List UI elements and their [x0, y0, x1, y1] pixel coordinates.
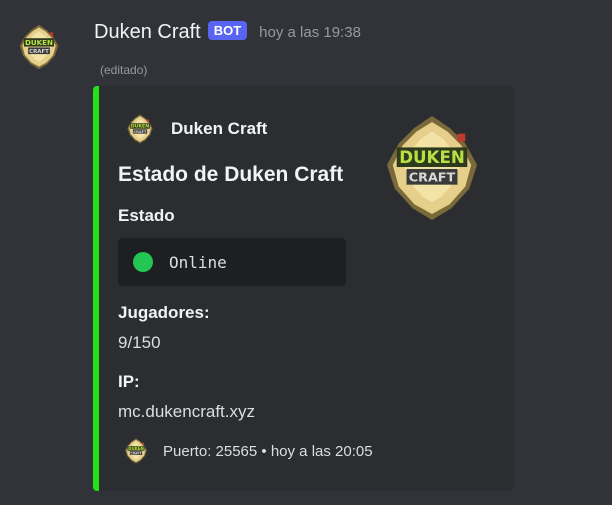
username[interactable]: Duken Craft	[94, 21, 201, 44]
status-field-name: Estado	[118, 206, 175, 225]
status-code-block: Online	[118, 238, 346, 286]
author-logo-icon	[125, 114, 155, 144]
ip-field-name: IP:	[118, 372, 140, 391]
status-embed: Duken Craft Estado de Duken Craft Estado…	[93, 86, 514, 491]
message-header: Duken Craft BOT hoy a las 19:38	[94, 21, 361, 44]
bot-badge: BOT	[207, 21, 248, 40]
bot-avatar[interactable]	[16, 24, 62, 70]
embed-footer: Puerto: 25565 • hoy a las 20:05	[123, 438, 373, 464]
status-value: Online	[169, 252, 227, 272]
players-field-value: 9/150	[118, 333, 161, 352]
ip-field-value: mc.dukencraft.xyz	[118, 402, 255, 421]
embed-title: Estado de Duken Craft	[118, 163, 344, 186]
chat-message: Duken Craft BOT hoy a las 19:38 (editado…	[0, 0, 612, 505]
embed-thumbnail-logo[interactable]	[383, 114, 481, 222]
embed-author: Duken Craft	[125, 114, 267, 144]
embed-author-name: Duken Craft	[171, 119, 268, 138]
footer-text: Puerto: 25565 • hoy a las 20:05	[163, 442, 373, 460]
edited-label: (editado)	[100, 63, 148, 77]
footer-logo-icon	[123, 438, 149, 464]
players-field-name: Jugadores:	[118, 303, 210, 322]
online-status-icon	[133, 252, 153, 272]
message-timestamp[interactable]: hoy a las 19:38	[259, 24, 361, 41]
